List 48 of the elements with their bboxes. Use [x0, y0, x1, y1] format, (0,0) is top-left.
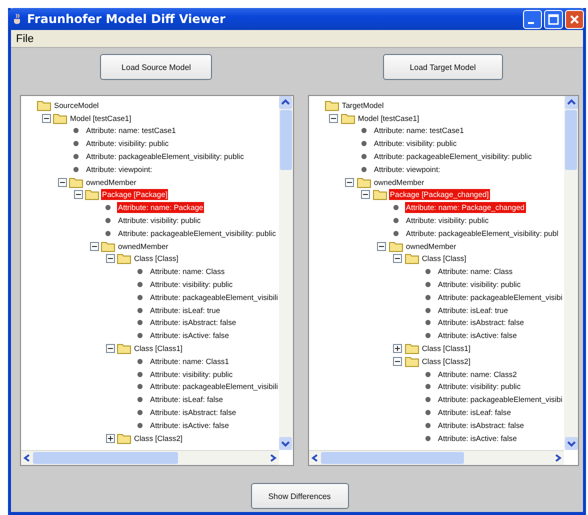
collapse-toggle-icon[interactable] — [55, 178, 69, 187]
folder-icon — [117, 343, 131, 354]
collapse-toggle-icon[interactable] — [103, 344, 117, 354]
menu-item[interactable]: File — [11, 32, 39, 44]
collapse-toggle-icon[interactable] — [342, 178, 357, 187]
expand-toggle-icon[interactable] — [103, 434, 117, 443]
collapse-toggle-icon[interactable] — [326, 114, 341, 123]
folder-icon — [340, 112, 355, 124]
minimize-button[interactable] — [523, 10, 542, 28]
scroll-thumb[interactable] — [565, 110, 577, 170]
collapse-toggle-icon[interactable] — [390, 254, 405, 264]
horizontal-scrollbar[interactable] — [308, 450, 564, 465]
cup-icon — [12, 13, 22, 25]
load-target-button[interactable]: Load Target Model — [382, 54, 503, 80]
expand-toggle-icon[interactable] — [390, 344, 405, 354]
folder-icon — [404, 343, 419, 354]
collapse-toggle-icon[interactable] — [358, 190, 373, 200]
folder-icon — [69, 176, 83, 188]
maximize-button[interactable] — [544, 10, 563, 28]
window-title: Fraunhofer Model Diff Viewer — [27, 12, 226, 26]
folder-icon — [85, 189, 99, 200]
folder-icon — [117, 253, 131, 264]
scroll-thumb[interactable] — [320, 452, 464, 464]
collapse-toggle-icon[interactable] — [71, 190, 85, 200]
folder-icon — [53, 112, 67, 124]
collapse-toggle-icon[interactable] — [39, 114, 53, 123]
folder-icon — [356, 176, 371, 188]
collapse-toggle-icon[interactable] — [103, 254, 117, 264]
folder-icon — [117, 432, 131, 444]
folder-icon — [324, 100, 339, 111]
folder-icon — [404, 253, 419, 264]
vertical-scrollbar[interactable] — [564, 96, 578, 450]
collapse-toggle-icon[interactable] — [390, 356, 405, 366]
folder-icon — [101, 240, 115, 252]
horizontal-scrollbar[interactable] — [21, 450, 279, 465]
vertical-scrollbar[interactable] — [278, 96, 293, 450]
scroll-thumb[interactable] — [280, 110, 292, 170]
scroll-thumb[interactable] — [33, 452, 178, 464]
minimize-icon — [528, 22, 534, 24]
load-source-button[interactable]: Load Source Model — [100, 54, 212, 80]
folder-icon — [404, 356, 419, 367]
close-button[interactable] — [565, 10, 584, 28]
folder-icon — [388, 240, 403, 252]
show-differences-button[interactable]: Show Differences — [250, 483, 348, 509]
collapse-toggle-icon[interactable] — [374, 242, 389, 251]
folder-icon — [372, 189, 387, 200]
folder-icon — [37, 100, 51, 111]
collapse-toggle-icon[interactable] — [87, 242, 101, 251]
